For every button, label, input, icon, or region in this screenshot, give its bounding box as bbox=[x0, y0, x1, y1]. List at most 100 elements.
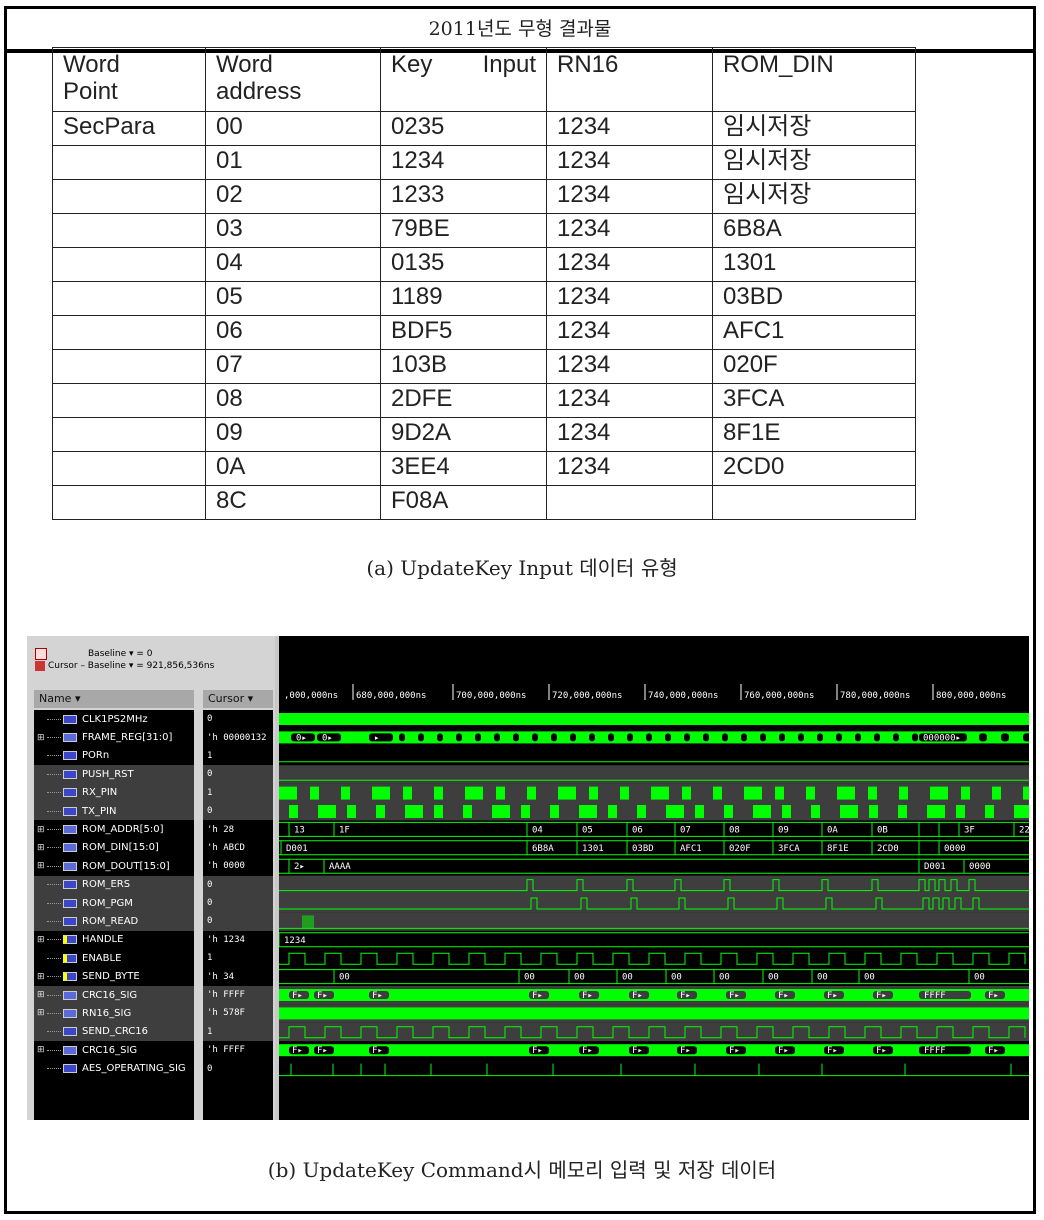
bus-transition bbox=[684, 733, 690, 742]
tx-pulse bbox=[724, 805, 733, 818]
tree-line bbox=[47, 976, 61, 978]
signal-row[interactable]: ⊞ CRC16_SIG bbox=[34, 1041, 194, 1059]
table-cell: 임시저장 bbox=[712, 145, 916, 180]
name-column-header[interactable]: Name ▾ bbox=[34, 690, 194, 708]
table-cell: 1234 bbox=[546, 417, 713, 452]
bus-transition bbox=[893, 733, 899, 742]
signal-cursor-value: 0 bbox=[203, 875, 273, 894]
expand-icon[interactable]: ⊞ bbox=[37, 843, 47, 853]
table-row: 0A 3EE4 1234 2CD0 bbox=[52, 451, 916, 486]
expand-icon[interactable]: ⊞ bbox=[37, 972, 47, 982]
expand-icon[interactable]: ⊞ bbox=[37, 1045, 47, 1055]
time-tick-label: 720,000,000ns bbox=[552, 691, 622, 701]
signal-row[interactable]: ROM_READ bbox=[34, 912, 194, 931]
send-byte-label: 00 bbox=[768, 973, 779, 983]
signal-row[interactable]: ⊞ HANDLE bbox=[34, 931, 194, 949]
tree-line bbox=[47, 773, 61, 775]
table-cell: AFC1 bbox=[712, 315, 916, 350]
crc16-label: F▸ bbox=[632, 991, 643, 1001]
bus-transition bbox=[817, 733, 823, 742]
signal-row[interactable]: ROM_PGM bbox=[34, 893, 194, 913]
column-header: ROM_DIN bbox=[712, 47, 916, 112]
table-cell: 1234 bbox=[546, 213, 713, 248]
bus-transition bbox=[513, 733, 519, 742]
cursor-column-header[interactable]: Cursor ▾ bbox=[203, 690, 273, 708]
expand-icon[interactable]: ⊞ bbox=[37, 935, 47, 945]
rom-addr-label: 13 bbox=[294, 825, 305, 835]
expand-icon[interactable]: ⊞ bbox=[37, 861, 47, 871]
waveform-area[interactable]: ,000,000ns 680,000,000ns 700,000,000ns 720,… bbox=[278, 636, 1041, 1120]
crc16-label: FFFF bbox=[924, 1046, 946, 1056]
signal-row[interactable]: ⊞ ROM_DOUT[15:0] bbox=[34, 857, 194, 875]
tx-pulse bbox=[956, 805, 965, 818]
signal-row[interactable]: RX_PIN bbox=[34, 783, 194, 802]
bus-transition bbox=[741, 733, 747, 742]
tree-line bbox=[47, 902, 61, 904]
table-row: 04 0135 1234 1301 bbox=[52, 247, 916, 282]
tree-line bbox=[47, 1068, 61, 1070]
table-cell: 2DFE bbox=[380, 383, 547, 418]
tree-line bbox=[47, 829, 61, 831]
signal-name: RX_PIN bbox=[82, 787, 118, 799]
crc16-label: F▸ bbox=[372, 991, 383, 1001]
send-byte-label: 00 bbox=[719, 973, 730, 983]
bus-transition bbox=[475, 733, 481, 742]
enable-wave bbox=[279, 952, 1026, 965]
crc16-label: F▸ bbox=[680, 1046, 691, 1056]
time-tick-label: 800,000,000ns bbox=[936, 691, 1006, 701]
signal-row[interactable]: CLK1PS2MHz bbox=[34, 710, 194, 728]
bus-transition bbox=[570, 733, 576, 742]
signal-cursor-value: 0 bbox=[207, 714, 213, 725]
expand-icon[interactable]: ⊞ bbox=[37, 733, 47, 743]
table-cell: 020F bbox=[712, 349, 916, 384]
table-cell: 00 bbox=[205, 111, 381, 146]
signal-row[interactable]: ⊞ CRC16_SIG bbox=[34, 985, 194, 1005]
signal-row[interactable]: ⊞ SEND_BYTE bbox=[34, 967, 194, 985]
send-byte-label: 00 bbox=[339, 973, 350, 983]
tree-line bbox=[47, 939, 61, 941]
tx-pulse bbox=[1014, 805, 1032, 818]
signal-row[interactable]: AES_OPERATING_SIG bbox=[34, 1059, 194, 1077]
cursor-baseline-readout: Cursor – Baseline ▾ = 921,856,536ns bbox=[48, 661, 215, 671]
signal-row[interactable]: PORn bbox=[34, 747, 194, 765]
signal-row[interactable]: PUSH_RST bbox=[34, 765, 194, 784]
signal-cursor-value: 0 bbox=[203, 912, 273, 931]
signal-cursor-value: 'h FFFF bbox=[203, 985, 273, 1005]
crc16-label: F▸ bbox=[317, 991, 328, 1001]
send-byte-label: 00 bbox=[817, 973, 828, 983]
signal-row[interactable]: ENABLE bbox=[34, 949, 194, 967]
table-cell: 07 bbox=[205, 349, 381, 384]
time-tick-label: 760,000,000ns bbox=[744, 691, 814, 701]
bus-transition bbox=[1023, 733, 1031, 742]
crc16-label: F▸ bbox=[532, 991, 543, 1001]
signal-row[interactable]: ⊞ ROM_DIN[15:0] bbox=[34, 839, 194, 857]
crc16-label: F▸ bbox=[582, 991, 593, 1001]
column-header: Key Input bbox=[380, 47, 547, 112]
group-band bbox=[279, 894, 1029, 913]
bus-transition bbox=[418, 733, 424, 742]
expand-icon[interactable]: ⊞ bbox=[37, 1008, 47, 1018]
table-cell: 1189 bbox=[380, 281, 547, 316]
signal-row[interactable]: SEND_CRC16 bbox=[34, 1022, 194, 1042]
cursor-icon[interactable] bbox=[35, 661, 45, 671]
expand-icon[interactable]: ⊞ bbox=[37, 990, 47, 1000]
caption-a: (a) UpdateKey Input 데이터 유형 bbox=[366, 556, 678, 580]
wire-signal-icon bbox=[63, 788, 77, 798]
tx-pulse bbox=[434, 805, 443, 818]
crc16-label: F▸ bbox=[729, 991, 740, 1001]
signal-name: AES_OPERATING_SIG bbox=[82, 1063, 186, 1075]
zoom-icon[interactable] bbox=[35, 648, 47, 660]
expand-icon[interactable]: ⊞ bbox=[37, 825, 47, 835]
signal-cursor-value: 'h 34 bbox=[207, 971, 235, 982]
signal-row[interactable]: TX_PIN bbox=[34, 801, 194, 821]
signal-cursor-value: 'h 00000132 bbox=[207, 732, 267, 743]
signal-row[interactable]: ⊞ RN16_SIG bbox=[34, 1004, 194, 1023]
tx-pulse bbox=[608, 805, 617, 818]
signal-row[interactable]: ⊞ ROM_ADDR[5:0] bbox=[34, 820, 194, 838]
handle-label: 1234 bbox=[284, 936, 306, 946]
rom-din-label: 0000 bbox=[944, 844, 966, 854]
signal-row[interactable]: ROM_ERS bbox=[34, 875, 194, 894]
signal-name: CRC16_SIG bbox=[82, 1044, 138, 1056]
tx-pulse bbox=[782, 805, 791, 818]
signal-row[interactable]: ⊞ FRAME_REG[31:0] bbox=[34, 728, 194, 746]
